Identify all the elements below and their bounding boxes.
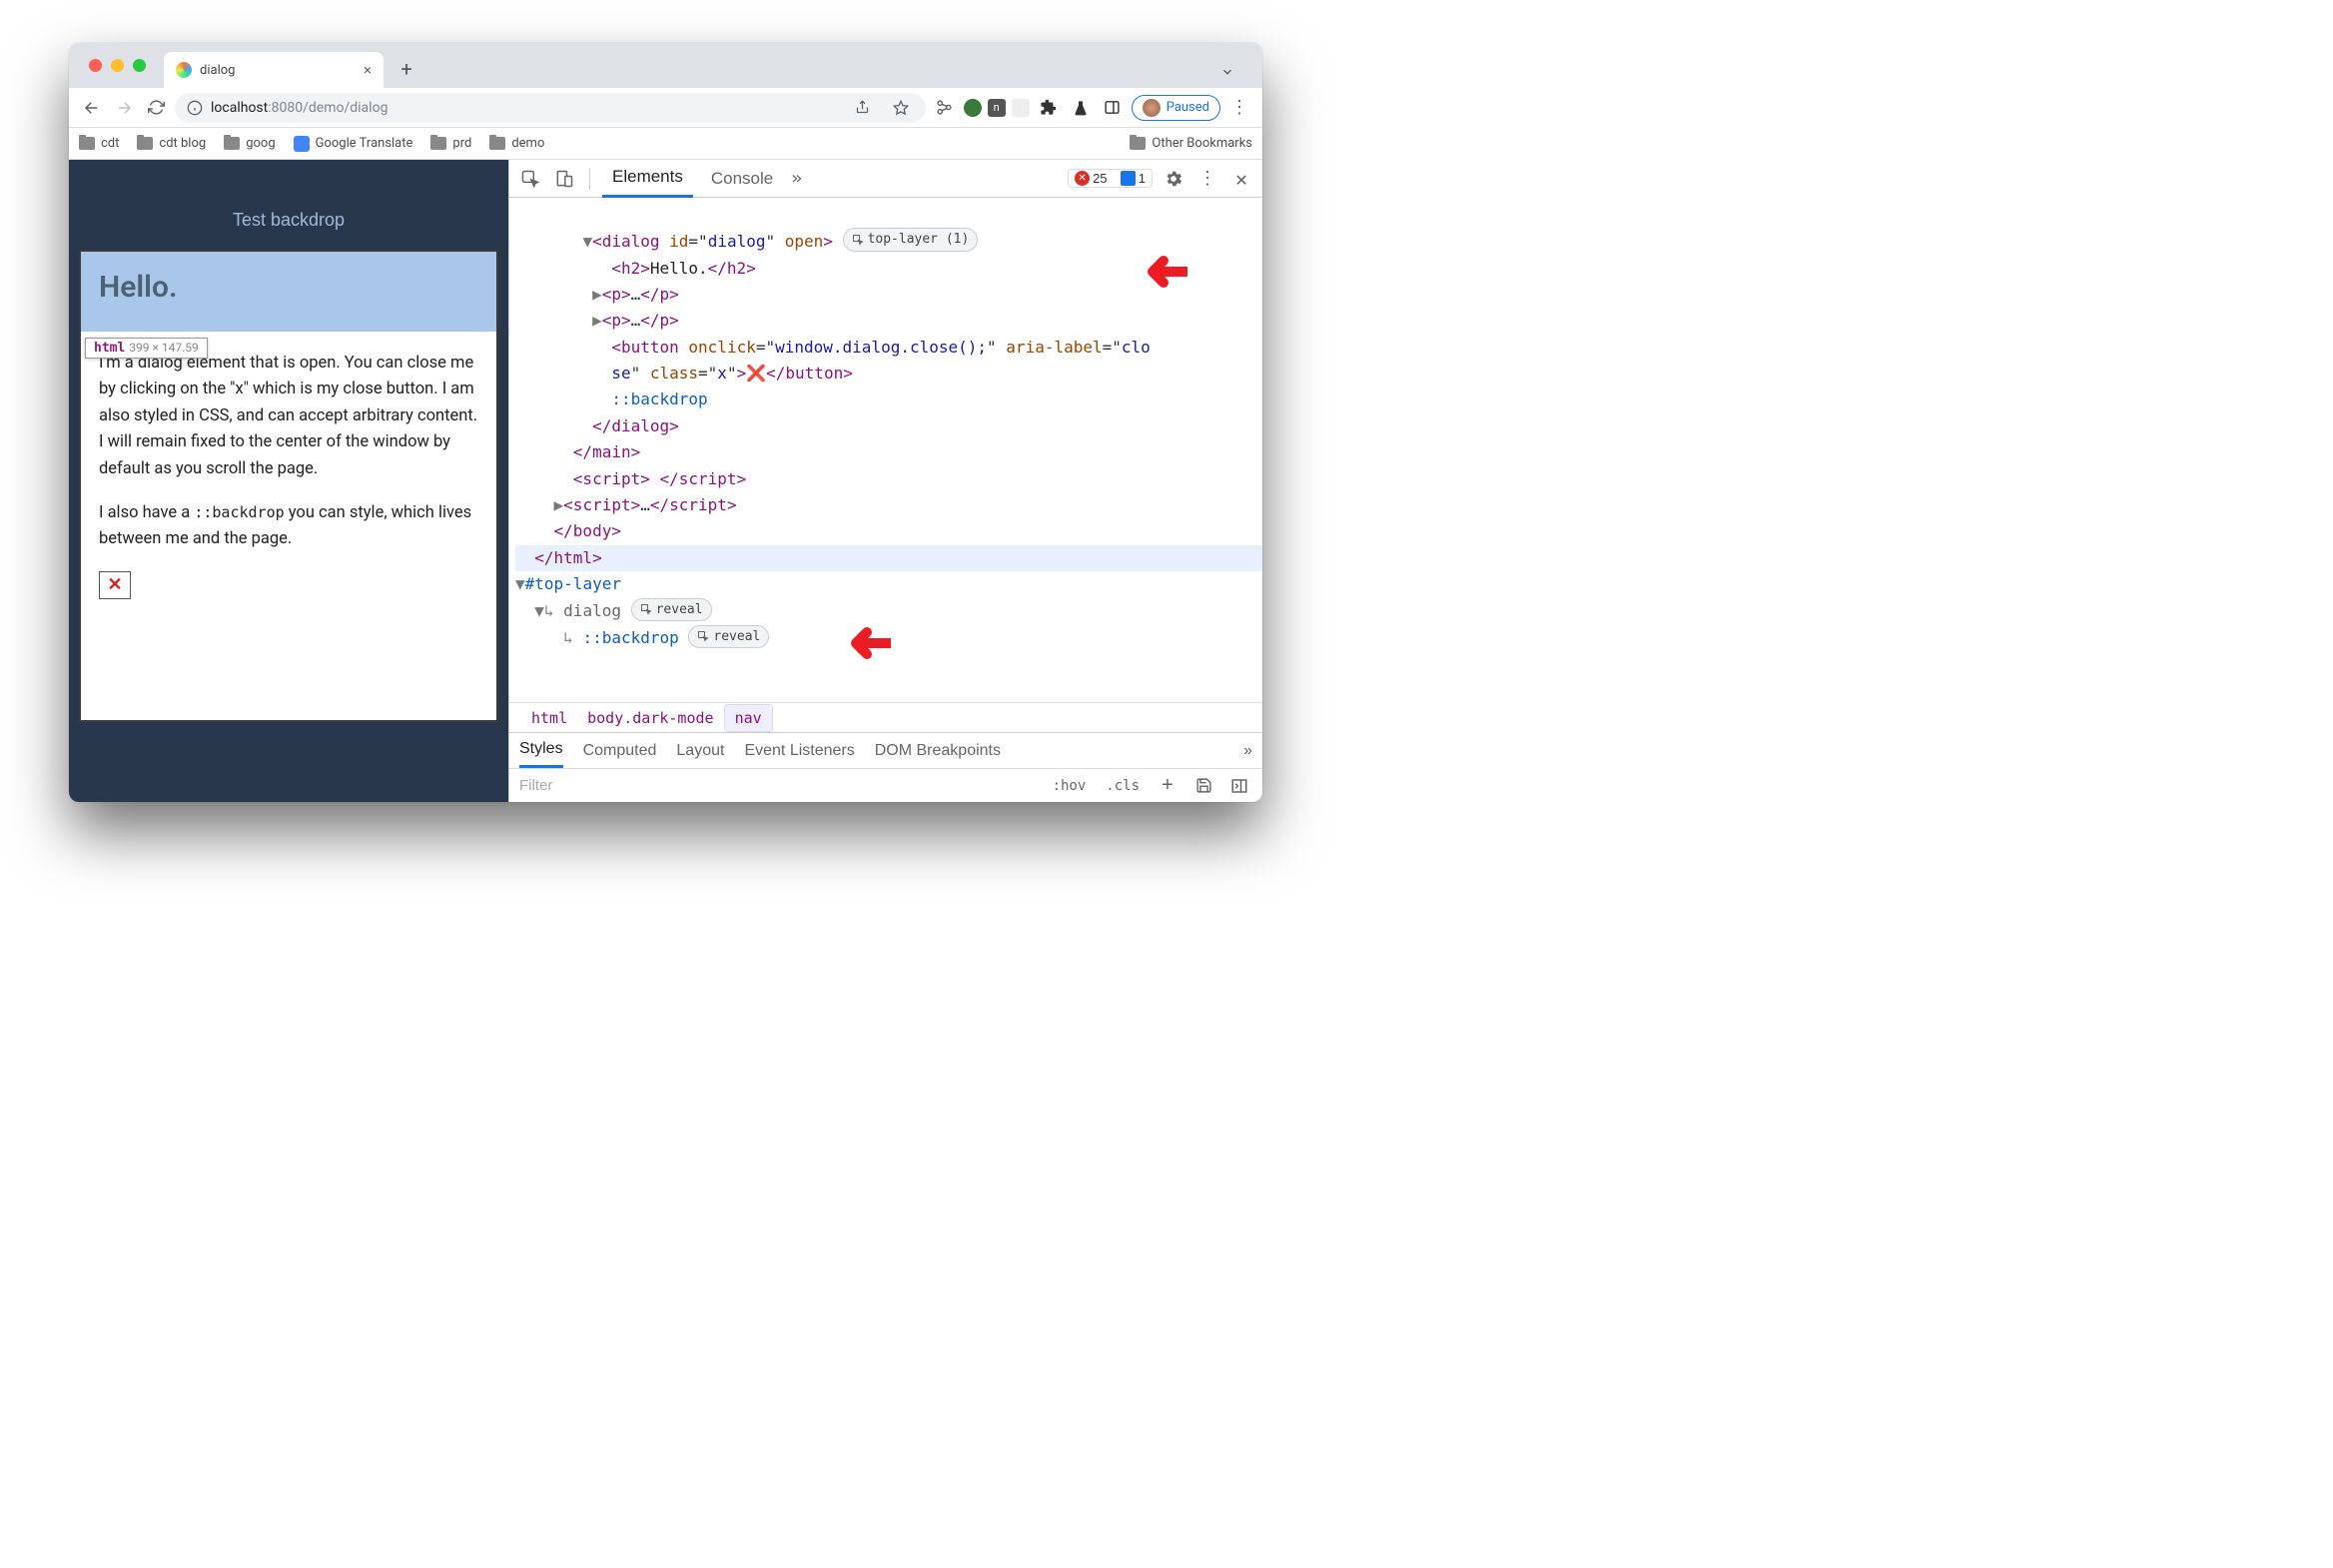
inspect-tooltip: html399 × 147.59 <box>85 338 208 359</box>
issues-icon <box>1121 171 1136 186</box>
labs-icon[interactable] <box>1068 95 1094 121</box>
content-area: Test backdrop Hello. html399 × 147.59 I'… <box>69 160 1262 802</box>
folder-icon <box>224 137 240 150</box>
bookmarks-bar: cdt cdt blog goog Google Translate prd d… <box>69 128 1262 160</box>
bookmark-folder[interactable]: cdt <box>79 136 119 151</box>
dialog-element: Hello. html399 × 147.59 I'm a dialog ele… <box>79 250 498 722</box>
toolbar: localhost:8080/demo/dialog n Paused ⋮ <box>69 88 1262 128</box>
dialog-paragraph: I also have a ::backdrop you can style, … <box>99 500 478 553</box>
translate-icon <box>294 136 310 152</box>
dialog-paragraph: I'm a dialog element that is open. You c… <box>99 351 478 482</box>
avatar <box>1143 99 1161 117</box>
extension-icon[interactable] <box>964 99 982 117</box>
url-text: localhost:8080/demo/dialog <box>211 100 388 116</box>
dialog-heading: Hello. <box>99 270 478 305</box>
paused-label: Paused <box>1166 100 1209 115</box>
bookmark-star-icon[interactable] <box>888 95 914 121</box>
profile-paused-badge[interactable]: Paused <box>1132 95 1220 121</box>
crumb-item[interactable]: nav <box>724 704 773 732</box>
tab-elements[interactable]: Elements <box>602 159 693 198</box>
more-tabs-icon[interactable]: » <box>1243 742 1252 760</box>
minimize-window-button[interactable] <box>111 59 124 72</box>
overflow-menu-icon[interactable]: ⋮ <box>1226 95 1252 121</box>
reveal-badge[interactable]: reveal <box>688 625 769 648</box>
browser-tab[interactable]: dialog × <box>164 52 384 88</box>
new-tab-button[interactable]: + <box>391 54 421 84</box>
favicon <box>176 62 192 78</box>
info-icon <box>187 100 203 116</box>
new-style-rule-icon[interactable]: + <box>1155 773 1180 799</box>
devtools-panel: Elements Console » ✕25 1 ⋮ ✕ ▼<dialog id… <box>508 160 1262 802</box>
dialog-close-button[interactable]: ✕ <box>99 571 131 599</box>
annotation-arrow <box>841 625 891 661</box>
save-icon[interactable] <box>1190 773 1216 799</box>
window-controls <box>89 59 146 72</box>
folder-icon <box>137 137 153 150</box>
tab-styles[interactable]: Styles <box>519 733 563 768</box>
tab-computed[interactable]: Computed <box>583 742 657 760</box>
reload-button[interactable] <box>143 95 169 121</box>
close-window-button[interactable] <box>89 59 102 72</box>
tab-layout[interactable]: Layout <box>676 742 724 760</box>
crumb-item[interactable]: body.dark-mode <box>577 705 723 731</box>
bookmark-folder[interactable]: goog <box>224 136 275 151</box>
tab-event-listeners[interactable]: Event Listeners <box>744 742 854 760</box>
dom-tree[interactable]: ▼<dialog id="dialog" open> top-layer (1)… <box>509 198 1262 702</box>
tab-dom-breakpoints[interactable]: DOM Breakpoints <box>875 742 1001 760</box>
bookmark-folder[interactable]: cdt blog <box>137 136 206 151</box>
other-bookmarks[interactable]: Other Bookmarks <box>1130 136 1252 151</box>
extension-icon[interactable]: n <box>988 99 1006 117</box>
browser-window: dialog × + localhost:8080/demo/dialog n <box>69 43 1262 802</box>
error-icon: ✕ <box>1075 171 1090 186</box>
close-tab-button[interactable]: × <box>364 61 372 79</box>
tab-list-button[interactable] <box>1214 59 1240 85</box>
share-icon[interactable] <box>850 95 876 121</box>
test-backdrop-button[interactable]: Test backdrop <box>211 200 367 241</box>
bookmark-folder[interactable]: prd <box>430 136 471 151</box>
styles-tabbar: Styles Computed Layout Event Listeners D… <box>509 732 1262 768</box>
crumb-item[interactable]: html <box>521 705 577 731</box>
tab-title: dialog <box>200 63 235 78</box>
reveal-badge[interactable]: reveal <box>631 598 712 621</box>
forward-button[interactable] <box>111 95 137 121</box>
side-panel-icon[interactable] <box>1100 95 1126 121</box>
more-tabs-icon[interactable]: » <box>791 168 802 189</box>
toggle-pane-icon[interactable] <box>1226 773 1252 799</box>
cls-button[interactable]: .cls <box>1101 775 1145 797</box>
settings-gear-icon[interactable] <box>1161 166 1186 192</box>
annotation-arrow <box>1138 254 1187 290</box>
kebab-menu-icon[interactable]: ⋮ <box>1194 166 1220 192</box>
hov-button[interactable]: :hov <box>1048 775 1092 797</box>
folder-icon <box>430 137 446 150</box>
folder-icon <box>79 137 95 150</box>
folder-icon <box>489 137 505 150</box>
styles-filter-bar: Filter :hov .cls + <box>509 768 1262 802</box>
folder-icon <box>1130 137 1146 150</box>
tab-strip: dialog × + <box>69 43 1262 88</box>
top-layer-badge[interactable]: top-layer (1) <box>843 228 979 251</box>
bookmark-folder[interactable]: demo <box>489 136 544 151</box>
address-bar[interactable]: localhost:8080/demo/dialog <box>175 93 926 123</box>
extension-icon[interactable] <box>932 95 958 121</box>
bookmark-item[interactable]: Google Translate <box>294 136 413 152</box>
back-button[interactable] <box>79 95 105 121</box>
extensions-puzzle-icon[interactable] <box>1036 95 1062 121</box>
filter-input[interactable]: Filter <box>519 773 699 798</box>
maximize-window-button[interactable] <box>133 59 146 72</box>
tab-console[interactable]: Console <box>701 161 783 197</box>
inspect-element-icon[interactable] <box>517 166 543 192</box>
rendered-page: Test backdrop Hello. html399 × 147.59 I'… <box>69 160 508 802</box>
close-devtools-icon[interactable]: ✕ <box>1228 166 1254 192</box>
device-toggle-icon[interactable] <box>551 166 577 192</box>
devtools-tabbar: Elements Console » ✕25 1 ⋮ ✕ <box>509 160 1262 198</box>
error-count-badge[interactable]: ✕25 1 <box>1068 169 1153 188</box>
extension-icon[interactable] <box>1012 99 1030 117</box>
breadcrumb[interactable]: html body.dark-mode nav <box>509 702 1262 732</box>
